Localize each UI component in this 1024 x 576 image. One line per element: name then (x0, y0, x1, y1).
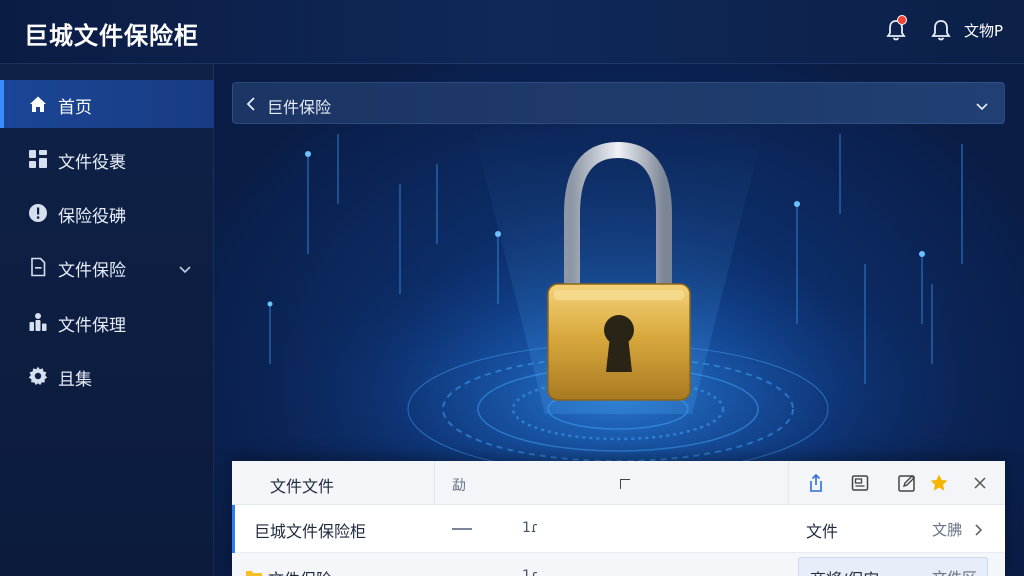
chevron-right-icon[interactable] (974, 522, 984, 536)
back-arrow-icon[interactable] (245, 96, 257, 112)
chevron-down-icon[interactable] (178, 261, 192, 274)
row-name: 文件保险 (268, 566, 332, 576)
row-name: 巨城文件保险柜 (254, 522, 367, 541)
sidebar-item-file-archive[interactable]: 文件役裹 (0, 135, 214, 183)
row-value: 1ɾ (522, 568, 539, 576)
alerts-bell-icon[interactable] (930, 18, 952, 42)
sidebar: 首页 文件役裹 保险役砩 文件保险 文件保理 且集 (0, 64, 214, 576)
table-row[interactable]: 巨城文件保险柜 1ɾ 文件 文胇 (232, 505, 1005, 553)
sidebar-item-label: 首页 (58, 98, 92, 118)
row-detail: 文件区 (932, 567, 977, 576)
chevron-down-icon[interactable] (975, 98, 989, 111)
row-key: 商将/保安 (810, 566, 879, 576)
people-icon (28, 312, 48, 332)
breadcrumb-title: 巨件保险 (267, 98, 332, 117)
user-name[interactable]: 文物P (964, 20, 1003, 41)
corner-marker-icon (620, 479, 630, 489)
edit-icon[interactable] (897, 473, 917, 493)
table-row[interactable]: 文件保险 1ɾ 商将/保安 文件区 (232, 553, 1005, 576)
sidebar-item-security-setting[interactable]: 保险役砩 (0, 189, 214, 237)
breadcrumb: 巨件保险 (232, 82, 1005, 124)
row-value: 1ɾ (522, 520, 539, 536)
padlock-illustration (232, 124, 1005, 475)
sidebar-item-file-safe[interactable]: 文件保险 (0, 243, 214, 291)
app-window: 巨城文件保险柜 文物P 首页 文件役裹 保险役砩 文件保险 文件保理 且集 巨件… (0, 0, 1024, 576)
top-bar: 巨城文件保险柜 文物P (0, 0, 1024, 64)
alert-icon (28, 203, 48, 223)
file-minus-icon (28, 257, 48, 277)
home-icon (28, 94, 48, 114)
gear-icon (28, 366, 48, 386)
close-icon[interactable] (970, 473, 990, 493)
grid-icon (28, 149, 48, 169)
panel-header: 文件文件 勐 (232, 461, 1005, 505)
document-icon[interactable] (850, 473, 870, 493)
sidebar-item-label: 文件役裹 (58, 153, 126, 173)
app-title: 巨城文件保险柜 (24, 22, 199, 50)
notification-badge (897, 15, 907, 25)
sidebar-item-settings[interactable]: 且集 (0, 352, 214, 400)
row-key: 文件 (806, 522, 839, 541)
sidebar-item-home[interactable]: 首页 (0, 80, 214, 128)
row-detail: 文胇 (932, 521, 963, 539)
sidebar-item-label: 且集 (58, 370, 92, 390)
row-dash (452, 528, 472, 530)
folder-icon (246, 568, 262, 576)
panel-header-column: 勐 (452, 478, 466, 494)
sidebar-item-label: 文件保理 (58, 316, 126, 336)
panel-header-title: 文件文件 (270, 477, 335, 496)
notification-bell-icon[interactable] (885, 15, 907, 42)
share-icon[interactable] (806, 473, 826, 493)
star-icon[interactable] (929, 473, 949, 493)
file-panel: 文件文件 勐 巨城文件保险柜 1ɾ 文件 文胇 1ɾ (232, 461, 1005, 576)
sidebar-item-label: 文件保险 (58, 261, 126, 281)
sidebar-item-label: 保险役砩 (58, 207, 126, 227)
sidebar-item-file-management[interactable]: 文件保理 (0, 298, 214, 346)
